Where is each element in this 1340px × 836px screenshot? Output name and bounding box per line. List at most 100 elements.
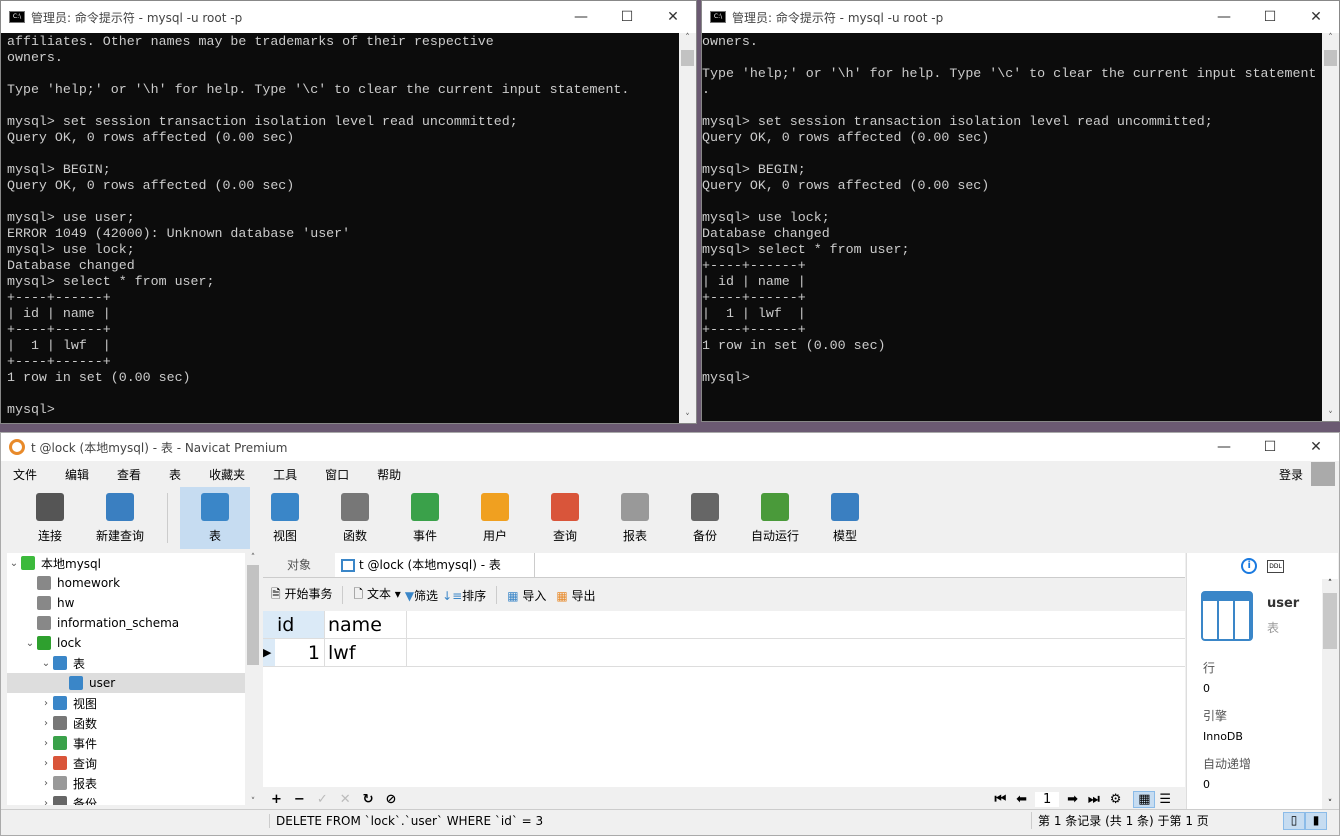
title-bar: t @lock (本地mysql) - 表 - Navicat Premium … [1, 433, 1339, 461]
form-view-button[interactable]: ☰ [1159, 792, 1171, 807]
toolbar-button-0[interactable]: 连接 [15, 487, 85, 549]
toolbar-button-10[interactable]: 自动运行 [740, 487, 810, 549]
tab-table-user[interactable]: t @lock (本地mysql) - 表 [335, 553, 535, 577]
tree-item[interactable]: › 函数 [7, 713, 245, 733]
minimize-button[interactable]: — [1201, 9, 1247, 25]
chevron-right-icon[interactable]: › [39, 738, 53, 749]
chevron-right-icon[interactable]: › [39, 798, 53, 806]
tree-item[interactable]: hw [7, 593, 245, 613]
menu-item-3[interactable]: 表 [169, 466, 181, 483]
table-row[interactable]: ▶ 1 lwf [263, 639, 1185, 667]
chevron-right-icon[interactable]: › [39, 698, 53, 709]
close-button[interactable]: ✕ [650, 9, 696, 25]
minimize-button[interactable]: — [558, 9, 604, 25]
maximize-button[interactable]: ☐ [604, 9, 650, 25]
tree-scrollbar[interactable]: ˄ ˅ [245, 553, 261, 807]
connection-tree[interactable]: ⌄ 本地mysql homework hw information_schema ⌄ loc… [7, 553, 245, 805]
terminal-line: owners. [7, 50, 63, 65]
chevron-down-icon[interactable]: ⌄ [7, 558, 21, 569]
stop-button[interactable]: ⊘ [386, 792, 397, 807]
tree-item[interactable]: ⌄ 本地mysql [7, 553, 245, 573]
toggle-right-pane-button[interactable]: ▮ [1305, 811, 1327, 830]
info-icon[interactable]: i [1241, 558, 1258, 574]
page-number-input[interactable]: 1 [1035, 791, 1060, 807]
delete-record-button[interactable]: − [294, 792, 305, 807]
toolbar-button-8[interactable]: 报表 [600, 487, 670, 549]
menu-item-1[interactable]: 编辑 [65, 466, 89, 483]
menu-item-0[interactable]: 文件 [13, 466, 37, 483]
settings-gear-icon[interactable]: ⚙ [1110, 792, 1122, 807]
grid-view-button[interactable]: ▦ [1133, 790, 1156, 808]
object-name: user [1267, 596, 1300, 611]
tree-item[interactable]: user [7, 673, 245, 693]
toolbar-button-7[interactable]: 查询 [530, 487, 600, 549]
menu-item-7[interactable]: 帮助 [377, 466, 401, 483]
chevron-down-icon[interactable]: ⌄ [23, 638, 37, 649]
chevron-right-icon[interactable]: › [39, 718, 53, 729]
minimize-button[interactable]: — [1201, 439, 1247, 455]
chevron-down-icon[interactable]: ⌄ [39, 658, 53, 669]
login-link[interactable]: 登录 [1279, 466, 1303, 483]
tree-item[interactable]: › 事件 [7, 733, 245, 753]
tree-item[interactable]: information_schema [7, 613, 245, 633]
scrollbar[interactable]: ˄ ˅ [679, 33, 696, 423]
column-header-id[interactable]: id [263, 611, 325, 638]
terminal-line: mysql> use user; [7, 210, 135, 225]
toolbar-button-11[interactable]: 模型 [810, 487, 880, 549]
text-button[interactable]: 🗋 文本 ▾ [353, 585, 400, 606]
column-header-name[interactable]: name [325, 611, 407, 638]
tree-item[interactable]: › 视图 [7, 693, 245, 713]
begin-transaction-button[interactable]: 🗎 开始事务 [271, 585, 332, 606]
tab-objects[interactable]: 对象 [263, 553, 335, 577]
close-button[interactable]: ✕ [1293, 9, 1339, 25]
toolbar-button-5[interactable]: 事件 [390, 487, 460, 549]
menu-item-6[interactable]: 窗口 [325, 466, 349, 483]
import-button[interactable]: ▦ 导入 [507, 587, 546, 604]
cell-id[interactable]: 1 [275, 639, 324, 666]
maximize-button[interactable]: ☐ [1247, 9, 1293, 25]
menu-item-5[interactable]: 工具 [273, 466, 297, 483]
ddl-icon[interactable]: DDL [1267, 559, 1284, 573]
tree-item[interactable]: ⌄ 表 [7, 653, 245, 673]
tree-item[interactable]: › 查询 [7, 753, 245, 773]
tree-item[interactable]: ⌄ lock [7, 633, 245, 653]
chevron-right-icon[interactable]: › [39, 778, 53, 789]
refresh-button[interactable]: ↻ [363, 792, 374, 807]
toolbar-button-6[interactable]: 用户 [460, 487, 530, 549]
toolbar-button-9[interactable]: 备份 [670, 487, 740, 549]
terminal-output[interactable]: owners. Type 'help;' or '\h' for help. Ty… [702, 33, 1322, 421]
filter-button[interactable]: ▼筛选 [405, 587, 438, 604]
toolbar-button-1[interactable]: 新建查询 [85, 487, 155, 549]
avatar[interactable] [1311, 462, 1335, 486]
add-record-button[interactable]: + [271, 792, 282, 807]
prev-page-button[interactable]: ⬅ [1016, 792, 1027, 807]
apply-button[interactable]: ✓ [317, 792, 328, 807]
maximize-button[interactable]: ☐ [1247, 439, 1293, 455]
chevron-right-icon[interactable]: › [39, 758, 53, 769]
tree-item[interactable]: › 备份 [7, 793, 245, 805]
close-button[interactable]: ✕ [1293, 439, 1339, 455]
last-page-button[interactable]: ⏭ [1088, 792, 1100, 807]
export-button[interactable]: ▦ 导出 [556, 587, 595, 604]
toolbar-button-2[interactable]: 表 [180, 487, 250, 549]
scrollbar[interactable]: ˄ ˅ [1322, 33, 1339, 421]
discard-button[interactable]: ✕ [340, 792, 351, 807]
tree-item[interactable]: › 报表 [7, 773, 245, 793]
toggle-left-pane-button[interactable]: ▯ [1283, 811, 1305, 830]
toolbar-button-4[interactable]: 函数 [320, 487, 390, 549]
menu-item-4[interactable]: 收藏夹 [209, 466, 245, 483]
tree-item[interactable]: homework [7, 573, 245, 593]
toolbar-icon-9 [691, 493, 719, 521]
first-page-button[interactable]: ⏮ [994, 792, 1006, 807]
terminal-output[interactable]: affiliates. Other names may be trademark… [1, 33, 679, 423]
info-scrollbar[interactable]: ˄ ˅ [1322, 579, 1338, 809]
toolbar-button-3[interactable]: 视图 [250, 487, 320, 549]
cell-name[interactable]: lwf [325, 639, 407, 666]
data-grid[interactable]: id name ▶ 1 lwf [263, 611, 1185, 787]
info-value: 0 [1203, 682, 1210, 695]
next-page-button[interactable]: ➡ [1067, 792, 1078, 807]
menu-item-2[interactable]: 查看 [117, 466, 141, 483]
sort-button[interactable]: ↓≡排序 [442, 587, 486, 604]
